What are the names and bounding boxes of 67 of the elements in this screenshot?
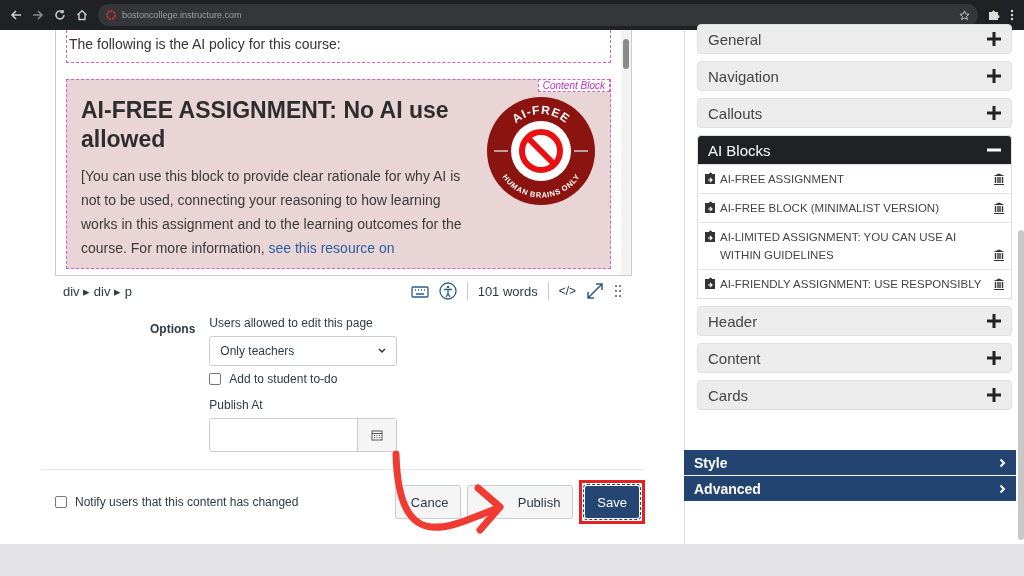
chevron-right-icon [999,457,1006,468]
word-count[interactable]: 101 words [477,283,538,299]
bank-icon [993,173,1005,185]
url-text: bostoncollege.instructure.com [122,10,242,20]
checkbox[interactable] [55,496,67,508]
field-label: Users allowed to edit this page [209,316,374,330]
back-icon[interactable] [10,9,22,21]
bank-icon [993,249,1005,261]
site-icon [106,10,116,20]
menu-icon[interactable] [1010,9,1014,21]
chevron-down-icon [378,348,387,354]
plus-icon[interactable] [987,388,1001,402]
accordion-header[interactable]: Navigation [697,61,1012,91]
puzzle-icon [704,230,716,243]
edit-permission-select[interactable]: Only teachers [209,336,398,366]
plus-icon[interactable] [987,351,1001,365]
block-list-item[interactable]: AI-FREE ASSIGNMENT [698,165,1011,194]
accordion-header[interactable]: Cards [697,380,1012,410]
checkbox[interactable] [209,373,222,385]
plus-icon[interactable] [987,314,1001,328]
accordion-header[interactable]: General [697,24,1012,54]
rich-text-editor[interactable] [55,30,632,276]
puzzle-icon[interactable] [988,9,1000,21]
paragraph: The following is the AI policy for this course: [66,30,611,63]
block-heading: AI-FREE ASSIGNMENT: No AI use allowed [81,96,450,154]
field-label: Publish At [209,398,264,412]
checkbox-label: Notify users that this content has changed [75,495,299,509]
block-list-item[interactable]: AI-FREE BLOCK (MINIMALIST VERSION) [698,194,1011,223]
calendar-icon[interactable] [371,429,384,441]
plus-icon[interactable] [987,106,1001,120]
html-editor-toggle[interactable]: </> [558,284,576,298]
scrollbar[interactable] [621,30,631,275]
accordion-header[interactable]: Content [697,343,1012,373]
star-icon[interactable] [959,9,970,21]
bank-icon [993,202,1005,214]
accessibility-icon[interactable] [438,282,457,300]
save-button[interactable]: Save [584,485,640,519]
drag-handle-icon[interactable] [614,284,622,298]
address-bar[interactable]: bostoncollege.instructure.com [98,4,978,26]
block-list-item[interactable]: AI-FRIENDLY ASSIGNMENT: USE RESPONSIBLY [698,270,1011,298]
accordion-header[interactable]: AI Blocks [697,135,1012,165]
element-path[interactable]: div ▸ div ▸ p [63,283,401,299]
puzzle-icon [704,277,716,290]
block-list-item[interactable]: AI-LIMITED ASSIGNMENT: YOU CAN USE AI WITHIN GUIDELINES [698,223,1011,270]
reload-icon[interactable] [54,9,66,21]
publish-date-field[interactable] [209,418,398,452]
fullscreen-icon[interactable] [586,282,604,300]
plus-icon[interactable] [987,32,1001,46]
puzzle-icon [704,172,716,185]
resource-link[interactable]: see this resource on [268,240,395,256]
chevron-right-icon [999,483,1006,494]
content-block-label: Content Block [537,79,610,92]
checkbox-label: Add to student to-do [229,372,338,386]
block-body-text: [You can use this block to provide clear rationale for why AI is not to be used, connecting your reasoning to how learning works in this assignment and to the learning outcomes for the course. For more information, see this resource on [81,167,463,258]
keyboard-icon[interactable] [410,284,429,298]
accordion-header[interactable]: Callouts [697,98,1012,128]
settings-panel-header[interactable]: Style [684,450,1016,475]
forward-icon[interactable] [32,9,44,21]
bank-icon [993,278,1005,290]
plus-icon[interactable] [987,69,1001,83]
accordion-header[interactable]: Header [697,306,1012,336]
settings-panel-header[interactable]: Advanced [684,476,1016,501]
badge-text: AI-FREE [509,102,573,126]
home-icon[interactable] [76,9,88,21]
options-label: Options [150,321,196,338]
scrollbar[interactable] [1018,230,1024,540]
puzzle-icon [704,201,716,214]
